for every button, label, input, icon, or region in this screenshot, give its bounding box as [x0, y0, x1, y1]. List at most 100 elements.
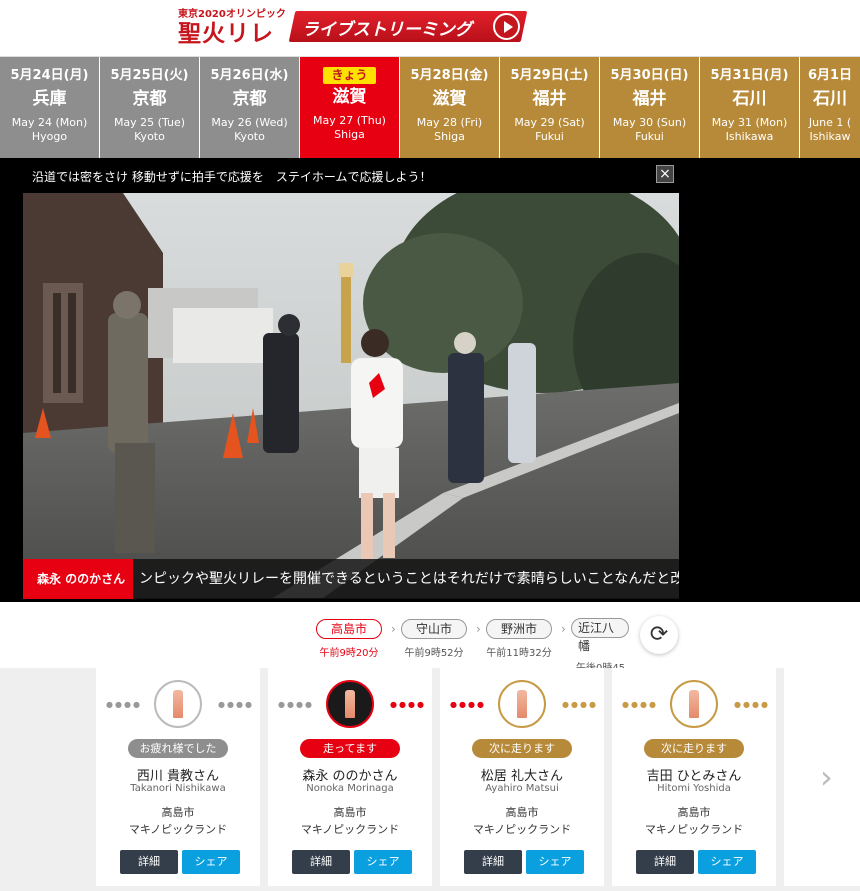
date-label-en: May 28 (Fri): [416, 116, 483, 129]
prefecture-label-en: Shiga: [434, 130, 465, 143]
prefecture-label-en: Hyogo: [31, 130, 68, 143]
runner-location: マキノピックランド: [128, 823, 228, 836]
torch-icon: [326, 680, 374, 728]
route-stop-omihachiman[interactable]: 近江八幡 午後0時45: [571, 618, 629, 674]
date-label-en: May 24 (Mon): [11, 116, 88, 129]
progress-dots-right: ●●●●: [562, 700, 598, 709]
torch-icon: [498, 680, 546, 728]
runner-city: 高島市: [677, 806, 711, 819]
prefecture-label: 滋賀: [432, 89, 467, 109]
chevron-right-icon: ›: [476, 622, 481, 636]
stop-time: 午前11時32分: [486, 648, 552, 659]
runner-name: 森永 ののかさん: [302, 769, 398, 784]
date-tab-5[interactable]: 5月29日(土) 福井 May 29 (Sat) Fukui: [500, 57, 600, 158]
progress-dots-right: ●●●●: [218, 700, 254, 709]
date-tab-7[interactable]: 5月31日(月) 石川 May 31 (Mon) Ishikawa: [700, 57, 800, 158]
date-label: 5月31日(月): [710, 68, 789, 83]
runner-name: 西川 貴教さん: [136, 769, 220, 784]
date-tab-8[interactable]: 6月1日 石川 June 1 ( Ishikaw: [800, 57, 860, 158]
share-button[interactable]: シェア: [698, 850, 756, 874]
date-tab-4[interactable]: 5月28日(金) 滋賀 May 28 (Fri) Shiga: [400, 57, 500, 158]
chevron-right-icon[interactable]: ›: [820, 758, 833, 796]
date-label: 5月28日(金): [410, 68, 489, 83]
chevron-right-icon: ›: [391, 622, 396, 636]
live-streaming-button[interactable]: ライブストリーミング: [288, 11, 528, 42]
route-stop-yasu[interactable]: 野洲市 午前11時32分: [486, 618, 553, 659]
status-badge: お疲れ様でした: [128, 739, 228, 758]
prefecture-label-en: Fukui: [635, 130, 664, 143]
date-tab-1[interactable]: 5月25日(火) 京都 May 25 (Tue) Kyoto: [100, 57, 200, 158]
torch-relay-logo[interactable]: 東京2020オリンピック 聖火リレー: [178, 5, 288, 75]
video-player[interactable]: [23, 193, 679, 598]
runner-cards: ●●●● ●●●● お疲れ様でした 西川 貴教さん Takanori Nishi…: [0, 668, 860, 891]
date-label-en: May 29 (Sat): [514, 116, 585, 129]
prefecture-label-en: Kyoto: [134, 130, 165, 143]
today-badge: きょう: [323, 67, 376, 84]
detail-button[interactable]: 詳細: [292, 850, 350, 874]
date-tab-0[interactable]: 5月24日(月) 兵庫 May 24 (Mon) Hyogo: [0, 57, 100, 158]
runner-location: マキノピックランド: [472, 823, 572, 836]
detail-button[interactable]: 詳細: [464, 850, 522, 874]
date-tab-2[interactable]: 5月26日(水) 京都 May 26 (Wed) Kyoto: [200, 57, 300, 158]
refresh-icon[interactable]: ⟳: [640, 616, 678, 654]
date-label: 5月24日(月): [10, 68, 89, 83]
progress-dots-left: ●●●●: [106, 700, 142, 709]
runner-caption: 森永 ののかさん ンピックや聖火リレーを開催できるということはそれだけで素晴らし…: [23, 559, 679, 599]
live-streaming-label: ライブストリーミング: [301, 20, 472, 40]
date-label-en: May 27 (Thu): [313, 114, 386, 127]
date-tab-today[interactable]: きょう 滋賀 May 27 (Thu) Shiga: [300, 57, 400, 158]
caption-message: ンピックや聖火リレーを開催できるということはそれだけで素晴らしいことなんだと改め…: [139, 571, 679, 587]
play-icon: [493, 13, 520, 40]
runner-card: ●●●● ●●●● 次に走ります 吉田 ひとみさん Hitomi Yoshida…: [612, 668, 776, 886]
date-navigation: 5月24日(月) 兵庫 May 24 (Mon) Hyogo 5月25日(火) …: [0, 56, 860, 158]
cheering-notice: 沿道では密をさけ 移動せずに拍手で応援を ステイホームで応援しよう！: [32, 170, 432, 184]
status-badge: 走ってます: [300, 739, 400, 758]
date-label: 6月1日: [807, 68, 853, 83]
detail-button[interactable]: 詳細: [636, 850, 694, 874]
runner-city: 高島市: [161, 806, 195, 819]
video-frame-scene: [23, 193, 679, 598]
date-tab-6[interactable]: 5月30日(日) 福井 May 30 (Sun) Fukui: [600, 57, 700, 158]
prefecture-label: 京都: [232, 89, 267, 109]
close-icon[interactable]: ×: [656, 165, 674, 183]
runner-name-en: Nonoka Morinaga: [306, 783, 394, 794]
prefecture-label: 石川: [813, 89, 847, 109]
stop-name: 守山市: [401, 619, 468, 639]
prefecture-label: 京都: [132, 89, 167, 109]
share-button[interactable]: シェア: [182, 850, 240, 874]
prefecture-label-en: Ishikaw: [809, 130, 851, 143]
progress-dots-left: ●●●●: [450, 700, 486, 709]
runner-location: マキノピックランド: [300, 823, 400, 836]
runner-card: ●●●● ●●●● 次に走ります 松居 礼大さん Ayahiro Matsui …: [440, 668, 604, 886]
prefecture-label: 滋賀: [332, 87, 367, 107]
torch-icon: [670, 680, 718, 728]
prefecture-label-en: Ishikawa: [725, 130, 774, 143]
detail-button[interactable]: 詳細: [120, 850, 178, 874]
date-label-en: May 25 (Tue): [113, 116, 186, 129]
runner-name-en: Hitomi Yoshida: [657, 783, 731, 794]
stop-name: 高島市: [316, 619, 383, 639]
runner-name: 吉田 ひとみさん: [646, 769, 742, 784]
stop-name: 近江八幡: [571, 618, 629, 653]
route-stop-takashima[interactable]: 高島市 午前9時20分: [316, 618, 383, 659]
route-progress: 高島市 午前9時20分 › 守山市 午前9時52分 › 野洲市 午前11時32分…: [0, 602, 860, 674]
status-badge: 次に走ります: [472, 739, 572, 758]
prefecture-label-en: Shiga: [334, 128, 365, 141]
live-video-section: 沿道では密をさけ 移動せずに拍手で応援を ステイホームで応援しよう！ × 森永 …: [0, 158, 860, 602]
runner-name-en: Takanori Nishikawa: [130, 783, 226, 794]
date-label: 5月29日(土): [510, 68, 589, 83]
date-label-en: May 30 (Sun): [612, 116, 687, 129]
share-button[interactable]: シェア: [354, 850, 412, 874]
runner-location: マキノピックランド: [644, 823, 744, 836]
date-label: 5月26日(水): [210, 68, 289, 83]
progress-dots-right: ●●●●: [390, 700, 426, 709]
stop-time: 午前9時52分: [404, 648, 464, 659]
runner-name: 松居 礼大さん: [480, 769, 564, 784]
prefecture-label: 兵庫: [32, 89, 67, 109]
route-stop-moriyama[interactable]: 守山市 午前9時52分: [401, 618, 468, 659]
share-button[interactable]: シェア: [526, 850, 584, 874]
progress-dots-left: ●●●●: [622, 700, 658, 709]
site-header: 東京2020オリンピック 聖火リレー ライブストリーミング: [0, 0, 860, 75]
runner-city: 高島市: [333, 806, 367, 819]
prefecture-label-en: Fukui: [535, 130, 564, 143]
